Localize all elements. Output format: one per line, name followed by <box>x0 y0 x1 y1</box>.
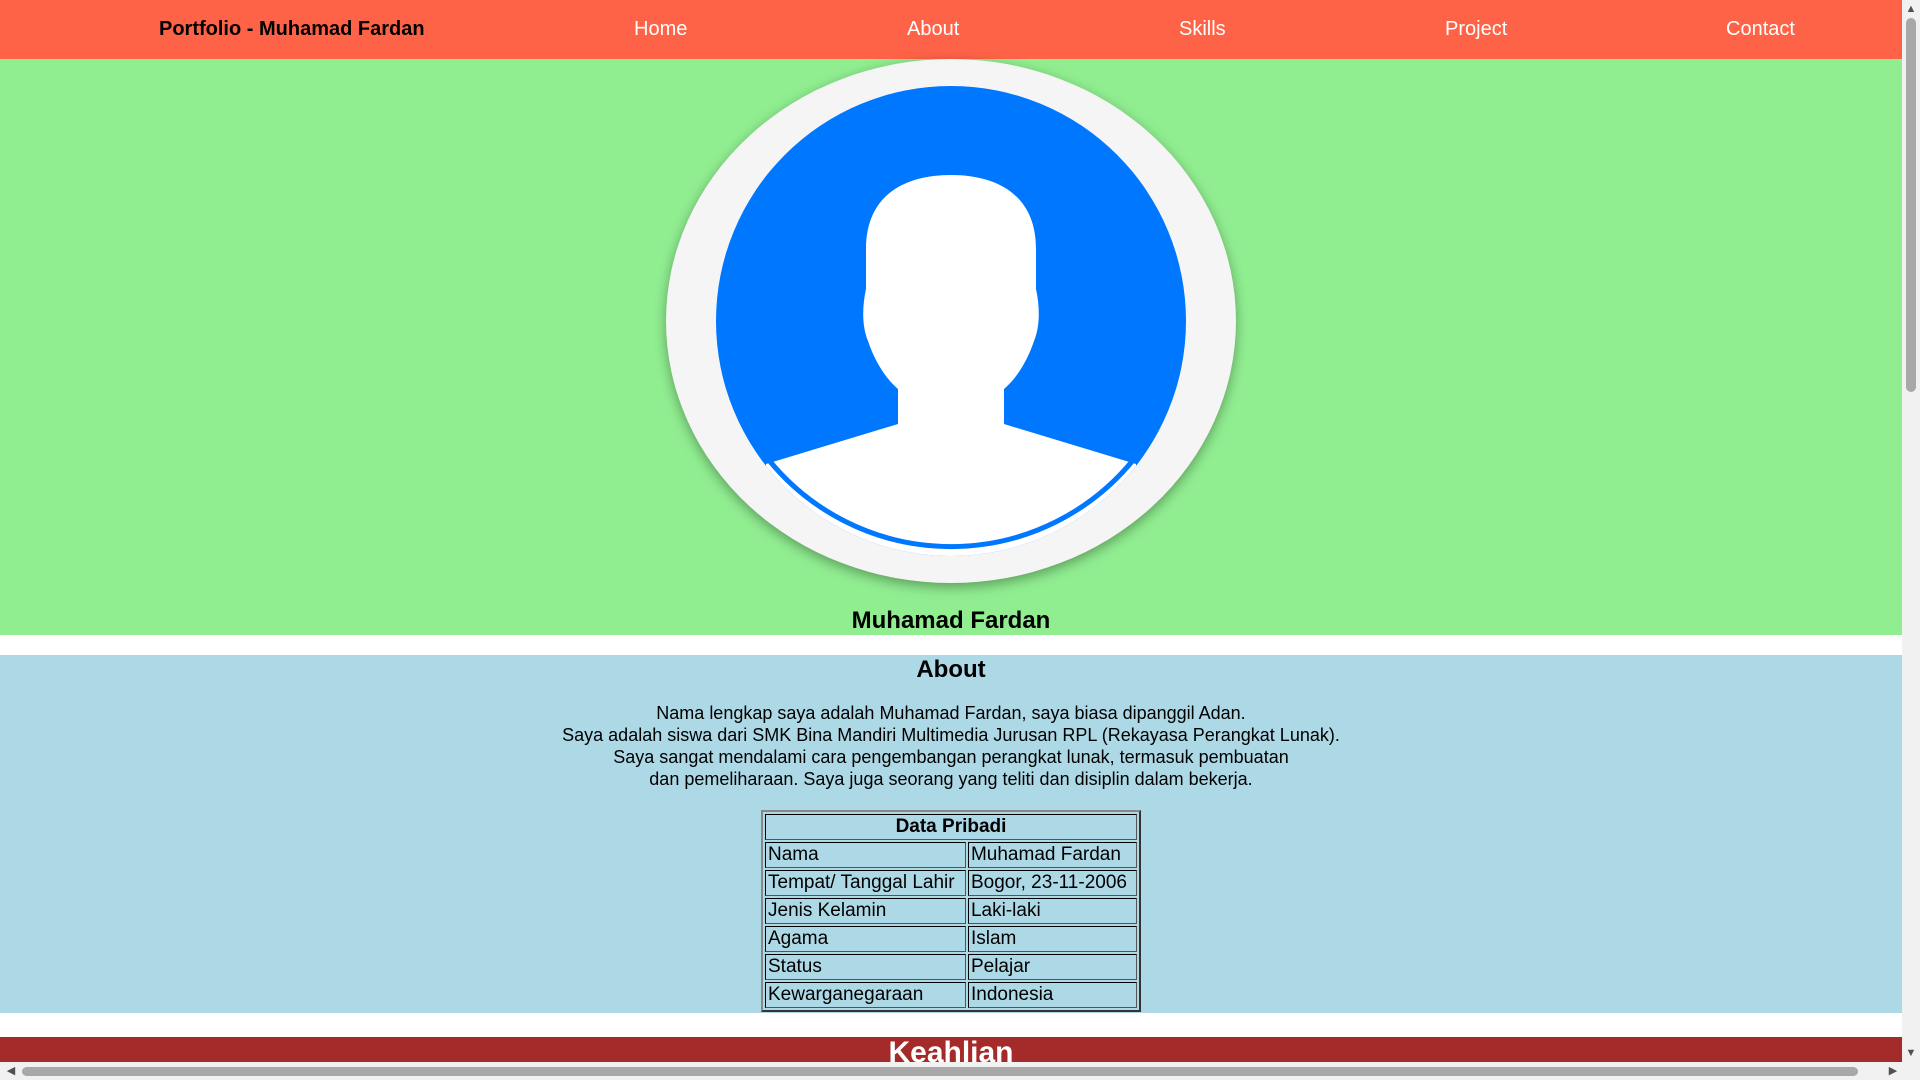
vertical-scroll-thumb[interactable] <box>1906 18 1916 392</box>
skills-heading: Keahlian <box>888 1036 1014 1062</box>
table-cell-value: Muhamad Fardan <box>967 842 1137 868</box>
scroll-down-arrow-icon[interactable]: ▼ <box>1902 1044 1920 1062</box>
about-section: About Nama lengkap saya adalah Muhamad F… <box>0 655 1902 1013</box>
table-header-row: Data Pribadi <box>765 814 1137 840</box>
table-row: Agama Islam <box>765 926 1137 952</box>
table-row: Jenis Kelamin Laki-laki <box>765 898 1137 924</box>
hero-section: Muhamad Fardan <box>0 59 1902 635</box>
navbar: Portfolio - Muhamad Fardan Home About Sk… <box>0 0 1902 59</box>
about-line: Saya adalah siswa dari SMK Bina Mandiri … <box>562 725 1340 745</box>
table-cell-value: Laki-laki <box>967 898 1137 924</box>
about-heading: About <box>916 656 986 683</box>
brand-title: Portfolio - Muhamad Fardan <box>159 18 425 40</box>
personal-data-table: Data Pribadi Nama Muhamad Fardan Tempat/… <box>761 810 1141 1012</box>
nav-home-link[interactable]: Home <box>634 0 687 59</box>
profile-avatar <box>666 59 1236 583</box>
table-cell-label: Nama <box>765 842 966 868</box>
table-cell-value: Indonesia <box>967 982 1137 1008</box>
table-cell-label: Agama <box>765 926 966 952</box>
nav-contact-link[interactable]: Contact <box>1726 0 1795 59</box>
table-cell-label: Kewarganegaraan <box>765 982 966 1008</box>
table-title: Data Pribadi <box>765 814 1137 840</box>
about-description: Nama lengkap saya adalah Muhamad Fardan,… <box>0 702 1902 790</box>
table-cell-label: Jenis Kelamin <box>765 898 966 924</box>
table-row: Status Pelajar <box>765 954 1137 980</box>
about-line: Nama lengkap saya adalah Muhamad Fardan,… <box>656 703 1246 723</box>
user-silhouette-icon <box>716 86 1186 556</box>
nav-about-link[interactable]: About <box>907 0 959 59</box>
table-cell-label: Status <box>765 954 966 980</box>
table-cell-value: Bogor, 23-11-2006 <box>967 870 1137 896</box>
table-cell-label: Tempat/ Tanggal Lahir <box>765 870 966 896</box>
scroll-left-arrow-icon[interactable]: ◀ <box>2 1062 20 1080</box>
scroll-right-arrow-icon[interactable]: ▶ <box>1884 1062 1902 1080</box>
nav-project-link[interactable]: Project <box>1445 0 1507 59</box>
table-row: Nama Muhamad Fardan <box>765 842 1137 868</box>
table-cell-value: Islam <box>967 926 1137 952</box>
about-line: Saya sangat mendalami cara pengembangan … <box>613 747 1289 767</box>
table-cell-value: Pelajar <box>967 954 1137 980</box>
horizontal-scroll-thumb[interactable] <box>22 1067 1858 1076</box>
table-row: Kewarganegaraan Indonesia <box>765 982 1137 1008</box>
page-viewport: Portfolio - Muhamad Fardan Home About Sk… <box>0 0 1902 1062</box>
nav-skills-link[interactable]: Skills <box>1179 0 1226 59</box>
scroll-up-arrow-icon[interactable]: ▲ <box>1902 0 1920 18</box>
about-line: dan pemeliharaan. Saya juga seorang yang… <box>649 769 1253 789</box>
table-row: Tempat/ Tanggal Lahir Bogor, 23-11-2006 <box>765 870 1137 896</box>
profile-name: Muhamad Fardan <box>851 607 1051 634</box>
